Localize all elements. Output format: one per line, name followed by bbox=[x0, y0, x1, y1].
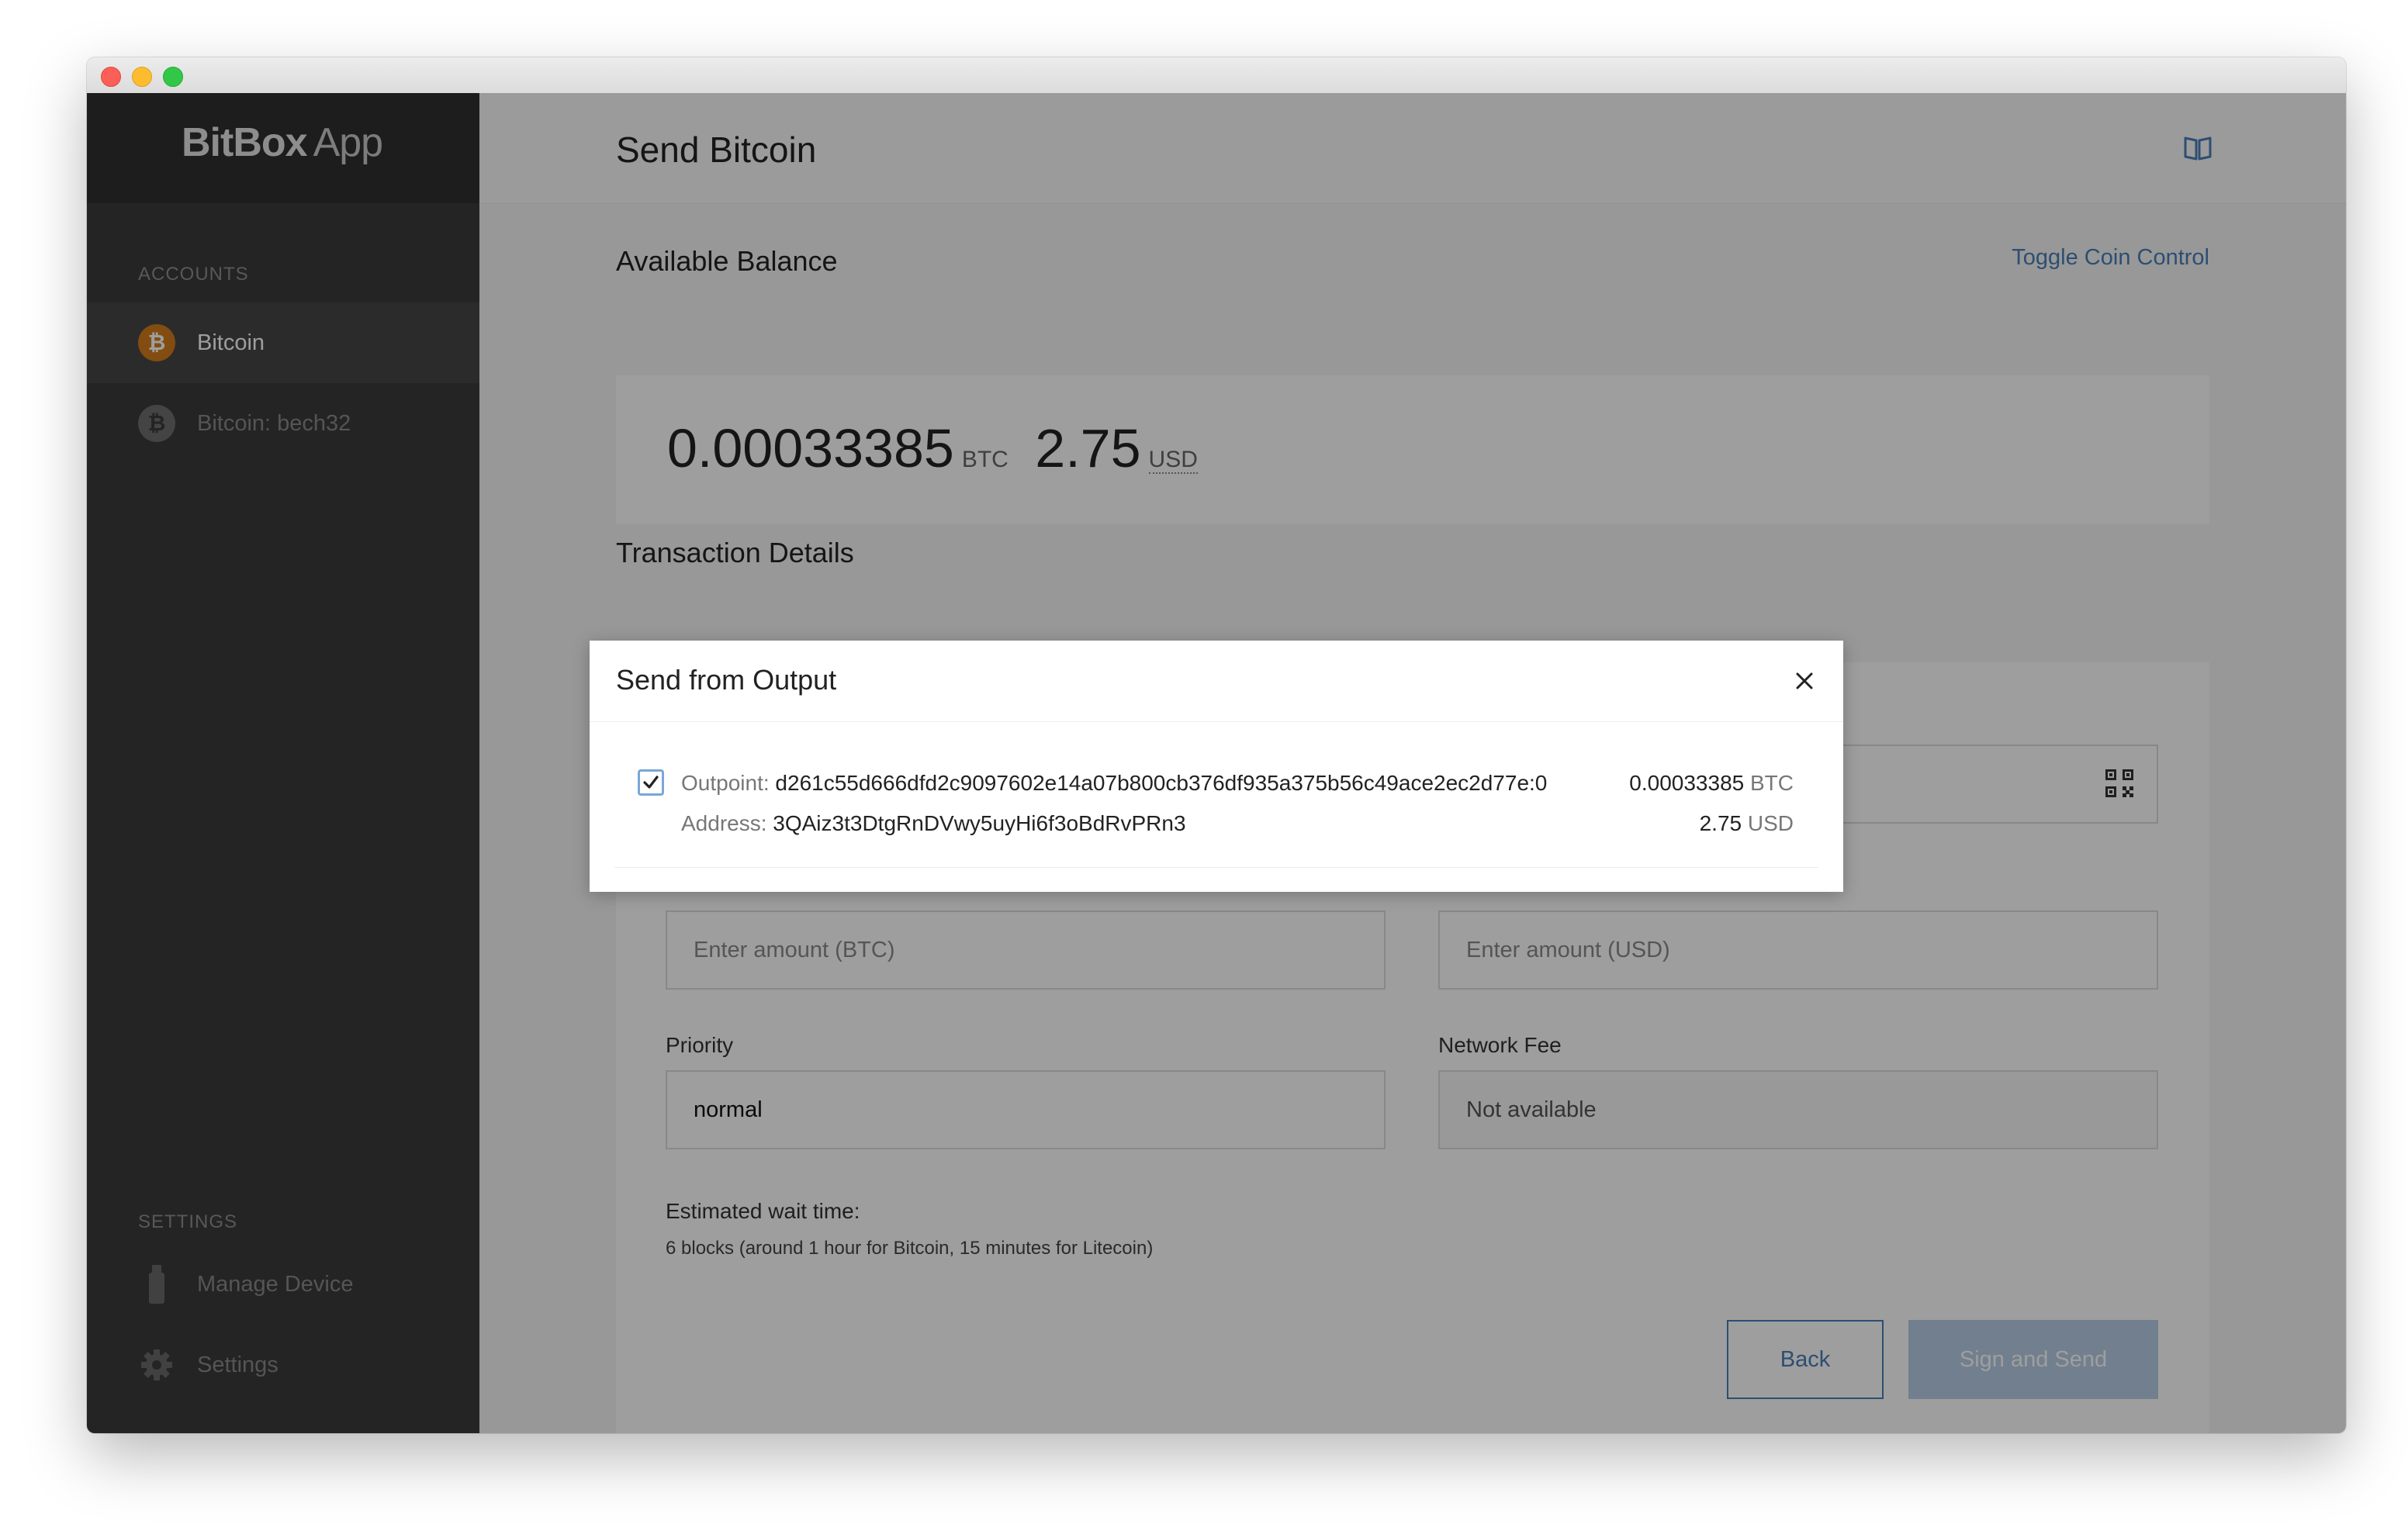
minimize-window-button[interactable] bbox=[132, 67, 152, 87]
outpoint-value: d261c55d666dfd2c9097602e14a07b800cb376df… bbox=[775, 771, 1548, 795]
outpoint-row: Outpoint: d261c55d666dfd2c9097602e14a07b… bbox=[681, 771, 1547, 796]
output-usd-amount: 2.75 USD bbox=[1700, 811, 1794, 836]
send-from-output-dialog: Send from Output Outpoint: d261c55d666df… bbox=[590, 641, 1843, 892]
maximize-window-button[interactable] bbox=[163, 67, 183, 87]
checkmark-icon bbox=[643, 776, 659, 789]
address-row: Address: 3QAiz3t3DtgRnDVwy5uyHi6f3oBdRvP… bbox=[681, 811, 1186, 836]
output-btc-value: 0.00033385 bbox=[1629, 771, 1745, 795]
window-titlebar bbox=[87, 57, 2346, 94]
output-usd-value: 2.75 bbox=[1699, 811, 1742, 835]
output-usd-unit: USD bbox=[1747, 811, 1794, 835]
app-window: BitBox App ACCOUNTS ₿ Bitcoin ₿ Bitcoin: … bbox=[87, 57, 2346, 1433]
dialog-title: Send from Output bbox=[616, 664, 837, 696]
outpoint-label: Outpoint: bbox=[681, 771, 770, 795]
dialog-header: Send from Output bbox=[590, 641, 1843, 722]
output-btc-amount: 0.00033385 BTC bbox=[1629, 771, 1794, 796]
address-value: 3QAiz3t3DtgRnDVwy5uyHi6f3oBdRvPRn3 bbox=[773, 811, 1186, 835]
close-window-button[interactable] bbox=[101, 67, 121, 87]
output-checkbox[interactable] bbox=[638, 769, 664, 796]
dialog-divider bbox=[614, 867, 1818, 868]
close-icon[interactable] bbox=[1789, 665, 1820, 696]
address-label: Address: bbox=[681, 811, 767, 835]
output-btc-unit: BTC bbox=[1750, 771, 1794, 795]
